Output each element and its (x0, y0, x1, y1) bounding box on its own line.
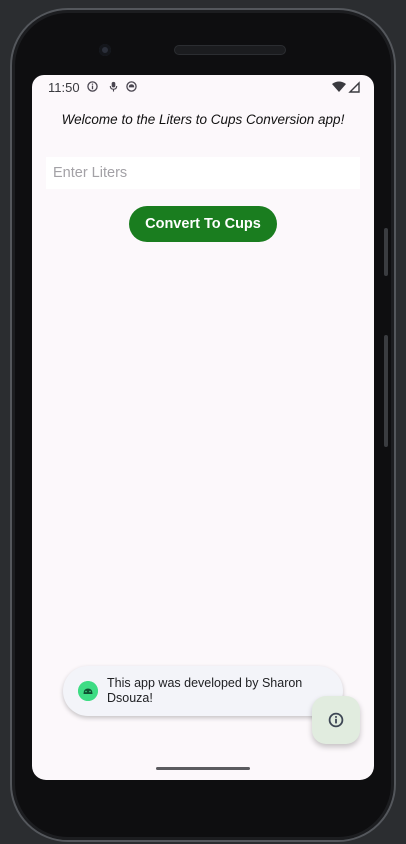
cellular-signal-icon (348, 81, 360, 93)
info-icon (87, 81, 98, 92)
android-icon (78, 681, 98, 701)
power-button[interactable] (384, 228, 388, 276)
emulator-window: 11:50 Welcome to the Liters to Cups Conv… (0, 0, 406, 844)
signal-icons (332, 81, 360, 93)
welcome-heading: Welcome to the Liters to Cups Conversion… (61, 112, 345, 127)
earpiece-speaker (174, 45, 286, 55)
toast-message: This app was developed by Sharon Dsouza! (107, 676, 303, 705)
info-icon (328, 712, 344, 728)
volume-rocker[interactable] (384, 335, 388, 447)
info-fab[interactable] (312, 696, 360, 744)
convert-to-cups-button[interactable]: Convert To Cups (129, 206, 277, 242)
phone-screen: 11:50 Welcome to the Liters to Cups Conv… (32, 75, 374, 780)
mic-icon (109, 81, 118, 92)
status-bar: 11:50 (32, 75, 374, 99)
wifi-icon (332, 81, 346, 92)
status-time: 11:50 (48, 80, 80, 95)
front-camera (99, 44, 111, 56)
android-icon (126, 81, 137, 92)
home-gesture-bar[interactable] (156, 767, 250, 770)
liters-input[interactable] (46, 157, 360, 189)
developer-toast: This app was developed by Sharon Dsouza! (63, 666, 343, 716)
